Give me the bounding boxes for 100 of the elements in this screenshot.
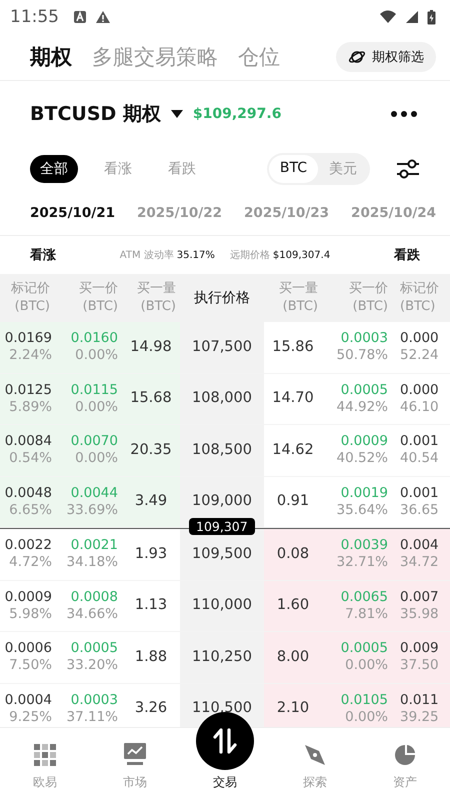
- nav-label[interactable]: 交易: [213, 774, 237, 791]
- bid-price[interactable]: 0.0005: [70, 640, 118, 658]
- forward-price-value: $109,307.4: [272, 250, 330, 260]
- mark-price: 0.0084: [4, 433, 52, 450]
- column-unit: (BTC): [140, 298, 176, 316]
- side-filter-chip[interactable]: 全部: [30, 155, 78, 183]
- tab[interactable]: 多腿交易策略: [92, 43, 218, 71]
- bid-iv: 32.71%: [336, 554, 388, 572]
- bid-price[interactable]: 0.0003: [340, 330, 388, 348]
- bid-price[interactable]: 0.0005: [340, 382, 388, 399]
- currency-option[interactable]: 美元: [318, 155, 368, 183]
- bid-price[interactable]: 0.0008: [70, 588, 118, 606]
- forward-price-label: 远期价格: [230, 248, 270, 262]
- more-icon[interactable]: [390, 110, 418, 118]
- chart-icon: [123, 742, 147, 766]
- mark-iv: 52.24: [400, 347, 439, 364]
- signal-icon: [405, 10, 419, 24]
- nav-label[interactable]: 市场: [123, 774, 147, 791]
- swap-arrows-icon: [211, 726, 239, 756]
- current-price-tag: 109,307: [189, 518, 255, 535]
- mark-price: 0.007: [400, 588, 439, 606]
- column-unit: (BTC): [352, 298, 388, 316]
- notification-icon: [73, 10, 87, 24]
- side-filter-chip[interactable]: 看涨: [94, 155, 142, 183]
- mark-iv: 9.25%: [9, 708, 52, 726]
- mark-price: 0.004: [400, 537, 439, 554]
- expiry-date-tab[interactable]: 2025/10/22: [137, 205, 222, 221]
- expiry-date-tab[interactable]: 2025/10/21: [30, 205, 116, 221]
- mark-iv: 35.98: [400, 606, 439, 623]
- tab[interactable]: 期权: [30, 43, 72, 71]
- strike-price: 108,500: [192, 442, 252, 459]
- mark-iv: 6.65%: [9, 502, 52, 519]
- battery-icon: [427, 10, 436, 24]
- bid-size: 14.98: [130, 338, 172, 356]
- mark-price: 0.000: [400, 330, 439, 348]
- column-unit: (BTC): [400, 298, 436, 316]
- dropdown-caret-icon[interactable]: [170, 110, 183, 118]
- bid-price[interactable]: 0.0039: [340, 537, 388, 554]
- expiry-date-tab[interactable]: 2025/10/23: [244, 205, 330, 221]
- bid-iv: 35.64%: [336, 502, 388, 519]
- column-title: 买一价: [79, 280, 118, 298]
- bid-size: 3.26: [134, 700, 168, 718]
- mark-iv: 4.72%: [9, 554, 52, 572]
- mark-price: 0.0169: [4, 330, 52, 348]
- bid-price[interactable]: 0.0005: [340, 640, 388, 658]
- mark-price: 0.000: [400, 382, 439, 399]
- strike-price: 110,000: [192, 597, 252, 614]
- bid-size: 0.08: [276, 546, 310, 563]
- bid-price[interactable]: 0.0065: [340, 588, 388, 606]
- mark-iv: 7.50%: [9, 657, 52, 674]
- bid-price[interactable]: 0.0160: [70, 330, 118, 348]
- bid-price[interactable]: 0.0115: [70, 382, 118, 399]
- strike-price: 107,500: [192, 338, 252, 356]
- expiry-date-tab[interactable]: 2025/10/24: [351, 205, 436, 221]
- mark-price: 0.0022: [4, 537, 52, 554]
- bid-price[interactable]: 0.0105: [340, 692, 388, 709]
- index-price: $109,297.6: [192, 106, 282, 122]
- filter-button[interactable]: 期权筛选: [336, 42, 436, 72]
- settings-icon[interactable]: [396, 158, 420, 180]
- mark-price: 0.0004: [4, 692, 52, 709]
- tab[interactable]: 仓位: [238, 43, 280, 71]
- strike-price: 109,000: [192, 493, 252, 510]
- puts-label: 看跌: [394, 247, 420, 264]
- column-unit: (BTC): [14, 298, 50, 316]
- mark-price: 0.011: [400, 692, 439, 709]
- calls-label: 看涨: [30, 247, 56, 264]
- clock: 11:55: [10, 7, 59, 27]
- strike-price: 108,000: [192, 390, 252, 408]
- bid-size: 0.91: [276, 493, 310, 510]
- instrument-name[interactable]: BTCUSD 期权: [30, 101, 161, 127]
- mark-price: 0.0125: [4, 382, 52, 399]
- bid-size: 15.86: [272, 338, 314, 356]
- nav-label[interactable]: 资产: [393, 774, 417, 791]
- bid-price[interactable]: 0.0019: [340, 484, 388, 502]
- nav-label[interactable]: 欧易: [33, 774, 57, 791]
- bid-iv: 7.81%: [345, 606, 388, 623]
- bid-iv: 34.18%: [66, 554, 118, 572]
- bid-size: 14.62: [272, 442, 314, 459]
- bid-price[interactable]: 0.0044: [70, 484, 118, 502]
- bid-iv: 0.00%: [345, 708, 388, 726]
- planet-icon: [348, 48, 366, 66]
- bid-iv: 0.00%: [75, 398, 118, 416]
- mark-price: 0.0048: [4, 484, 52, 502]
- bid-price[interactable]: 0.0021: [70, 537, 118, 554]
- mark-iv: 40.54: [400, 450, 439, 468]
- strike-price: 110,250: [192, 648, 252, 666]
- bid-size: 1.60: [276, 597, 310, 614]
- side-filter-chip[interactable]: 看跌: [158, 155, 206, 183]
- bid-price[interactable]: 0.0070: [70, 433, 118, 450]
- mark-iv: 5.98%: [9, 606, 52, 623]
- pie-chart-icon: [394, 744, 416, 766]
- nav-label[interactable]: 探索: [303, 774, 327, 791]
- bid-size: 1.93: [134, 546, 168, 563]
- bid-iv: 40.52%: [336, 450, 388, 468]
- bid-iv: 50.78%: [336, 347, 388, 364]
- currency-option[interactable]: BTC: [268, 155, 318, 183]
- bid-price[interactable]: 0.0003: [70, 692, 118, 709]
- bid-price[interactable]: 0.0009: [340, 433, 388, 450]
- bid-size: 8.00: [276, 648, 310, 666]
- column-title: 买一价: [349, 280, 388, 298]
